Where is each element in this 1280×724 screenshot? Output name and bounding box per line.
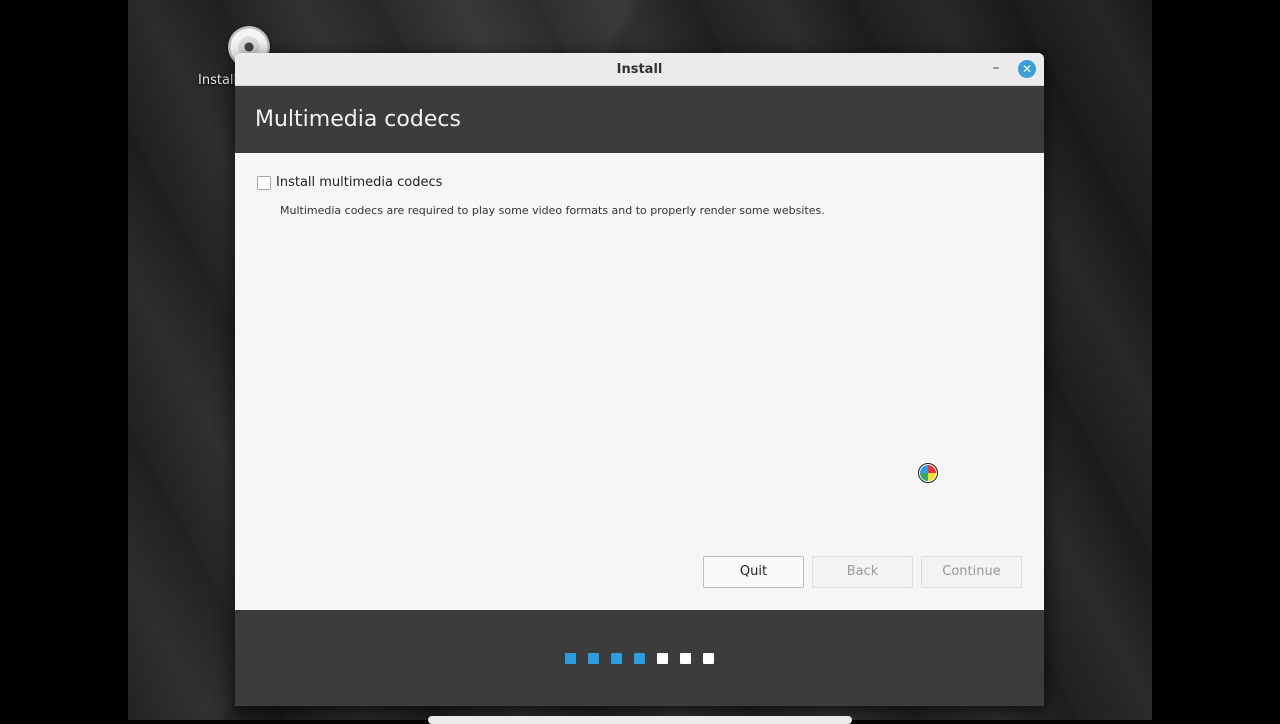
progress-steps xyxy=(565,653,714,664)
continue-button[interactable]: Continue xyxy=(921,556,1022,588)
installer-window: Install – ✕ Multimedia codecs Install mu… xyxy=(235,53,1044,706)
mouse-cursor-icon xyxy=(918,463,938,483)
minimize-button[interactable]: – xyxy=(986,58,1006,78)
footer-bar xyxy=(235,610,1044,706)
progress-step-7 xyxy=(703,653,714,664)
back-button[interactable]: Back xyxy=(812,556,913,588)
codecs-description: Multimedia codecs are required to play s… xyxy=(280,204,825,217)
progress-step-5 xyxy=(657,653,668,664)
quit-button[interactable]: Quit xyxy=(703,556,804,588)
install-codecs-label[interactable]: Install multimedia codecs xyxy=(276,175,442,190)
progress-step-2 xyxy=(588,653,599,664)
install-codecs-checkbox[interactable] xyxy=(257,175,271,190)
page-header: Multimedia codecs xyxy=(235,86,1044,153)
title-bar[interactable]: Install – ✕ xyxy=(235,53,1044,86)
desktop-icon-label: Install xyxy=(198,73,238,88)
progress-step-6 xyxy=(680,653,691,664)
page-title: Multimedia codecs xyxy=(255,107,461,132)
progress-step-4 xyxy=(634,653,645,664)
progress-step-1 xyxy=(565,653,576,664)
window-title: Install xyxy=(616,61,663,77)
panel-edge xyxy=(428,716,852,724)
close-button[interactable]: ✕ xyxy=(1018,60,1036,78)
content-area: Install multimedia codecs Multimedia cod… xyxy=(235,153,1044,611)
install-codecs-option[interactable]: Install multimedia codecs xyxy=(257,175,442,190)
progress-step-3 xyxy=(611,653,622,664)
